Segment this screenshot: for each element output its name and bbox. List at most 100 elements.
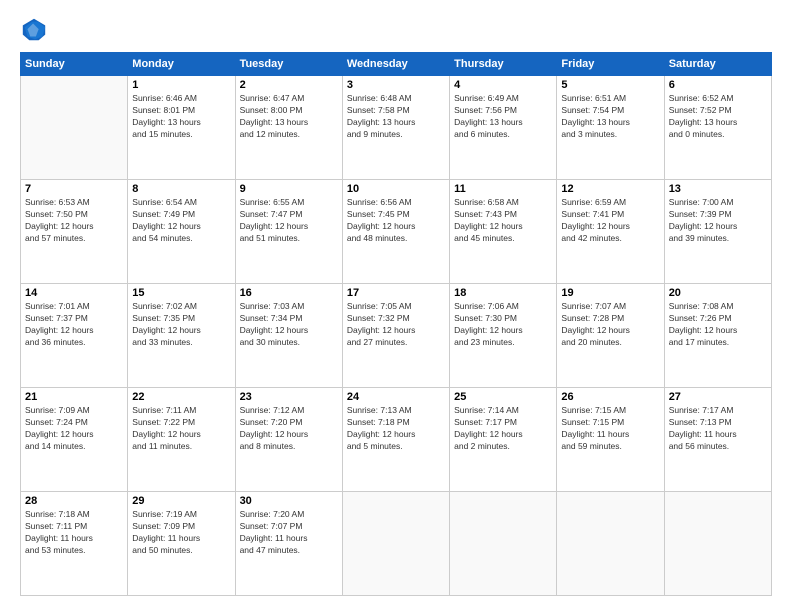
day-number: 13 [669,183,767,195]
day-number: 19 [561,287,659,299]
day-info: Sunrise: 7:15 AMSunset: 7:15 PMDaylight:… [561,405,659,453]
calendar-cell: 24 Sunrise: 7:13 AMSunset: 7:18 PMDayligh… [342,388,449,492]
calendar-cell: 21 Sunrise: 7:09 AMSunset: 7:24 PMDayligh… [21,388,128,492]
logo [20,16,52,44]
weekday-header: Sunday [21,53,128,76]
day-number: 9 [240,183,338,195]
calendar-week-row: 21 Sunrise: 7:09 AMSunset: 7:24 PMDayligh… [21,388,772,492]
calendar-cell: 5 Sunrise: 6:51 AMSunset: 7:54 PMDaylight… [557,76,664,180]
weekday-header: Thursday [450,53,557,76]
day-info: Sunrise: 6:47 AMSunset: 8:00 PMDaylight:… [240,93,338,141]
calendar-cell: 20 Sunrise: 7:08 AMSunset: 7:26 PMDayligh… [664,284,771,388]
calendar-cell: 23 Sunrise: 7:12 AMSunset: 7:20 PMDayligh… [235,388,342,492]
day-number: 25 [454,391,552,403]
day-number: 15 [132,287,230,299]
day-info: Sunrise: 6:51 AMSunset: 7:54 PMDaylight:… [561,93,659,141]
day-number: 11 [454,183,552,195]
day-number: 18 [454,287,552,299]
calendar-cell: 9 Sunrise: 6:55 AMSunset: 7:47 PMDaylight… [235,180,342,284]
day-number: 14 [25,287,123,299]
day-number: 17 [347,287,445,299]
day-number: 21 [25,391,123,403]
day-number: 7 [25,183,123,195]
calendar-cell [664,492,771,596]
day-number: 20 [669,287,767,299]
day-info: Sunrise: 7:03 AMSunset: 7:34 PMDaylight:… [240,301,338,349]
weekday-header: Friday [557,53,664,76]
calendar-week-row: 28Sunrise: 7:18 AMSunset: 7:11 PMDayligh… [21,492,772,596]
day-number: 26 [561,391,659,403]
day-number: 12 [561,183,659,195]
day-info: Sunrise: 7:17 AMSunset: 7:13 PMDaylight:… [669,405,767,453]
day-number: 8 [132,183,230,195]
day-info: Sunrise: 7:13 AMSunset: 7:18 PMDaylight:… [347,405,445,453]
calendar-cell: 16Sunrise: 7:03 AMSunset: 7:34 PMDayligh… [235,284,342,388]
day-info: Sunrise: 6:58 AMSunset: 7:43 PMDaylight:… [454,197,552,245]
day-info: Sunrise: 6:46 AMSunset: 8:01 PMDaylight:… [132,93,230,141]
day-info: Sunrise: 7:11 AMSunset: 7:22 PMDaylight:… [132,405,230,453]
day-info: Sunrise: 7:07 AMSunset: 7:28 PMDaylight:… [561,301,659,349]
day-info: Sunrise: 7:08 AMSunset: 7:26 PMDaylight:… [669,301,767,349]
weekday-header: Tuesday [235,53,342,76]
day-number: 5 [561,79,659,91]
day-info: Sunrise: 7:01 AMSunset: 7:37 PMDaylight:… [25,301,123,349]
calendar-cell: 1Sunrise: 6:46 AMSunset: 8:01 PMDaylight… [128,76,235,180]
day-info: Sunrise: 7:06 AMSunset: 7:30 PMDaylight:… [454,301,552,349]
calendar-cell: 14 Sunrise: 7:01 AMSunset: 7:37 PMDayligh… [21,284,128,388]
calendar-cell: 25 Sunrise: 7:14 AMSunset: 7:17 PMDayligh… [450,388,557,492]
weekday-row: SundayMondayTuesdayWednesdayThursdayFrid… [21,53,772,76]
calendar-cell: 28Sunrise: 7:18 AMSunset: 7:11 PMDayligh… [21,492,128,596]
calendar-cell [21,76,128,180]
day-info: Sunrise: 7:12 AMSunset: 7:20 PMDaylight:… [240,405,338,453]
day-number: 3 [347,79,445,91]
day-info: Sunrise: 6:59 AMSunset: 7:41 PMDaylight:… [561,197,659,245]
day-number: 23 [240,391,338,403]
calendar: SundayMondayTuesdayWednesdayThursdayFrid… [20,52,772,596]
calendar-cell: 7Sunrise: 6:53 AMSunset: 7:50 PMDaylight… [21,180,128,284]
calendar-cell [342,492,449,596]
calendar-week-row: 14 Sunrise: 7:01 AMSunset: 7:37 PMDayligh… [21,284,772,388]
day-number: 2 [240,79,338,91]
day-info: Sunrise: 6:52 AMSunset: 7:52 PMDaylight:… [669,93,767,141]
calendar-cell [557,492,664,596]
weekday-header: Monday [128,53,235,76]
day-info: Sunrise: 6:56 AMSunset: 7:45 PMDaylight:… [347,197,445,245]
day-number: 24 [347,391,445,403]
calendar-cell: 29 Sunrise: 7:19 AMSunset: 7:09 PMDayligh… [128,492,235,596]
calendar-cell: 22 Sunrise: 7:11 AMSunset: 7:22 PMDayligh… [128,388,235,492]
calendar-cell: 27 Sunrise: 7:17 AMSunset: 7:13 PMDayligh… [664,388,771,492]
day-info: Sunrise: 6:54 AMSunset: 7:49 PMDaylight:… [132,197,230,245]
calendar-cell: 3Sunrise: 6:48 AMSunset: 7:58 PMDaylight… [342,76,449,180]
day-info: Sunrise: 7:02 AMSunset: 7:35 PMDaylight:… [132,301,230,349]
day-number: 29 [132,495,230,507]
calendar-cell: 18 Sunrise: 7:06 AMSunset: 7:30 PMDayligh… [450,284,557,388]
calendar-body: 1Sunrise: 6:46 AMSunset: 8:01 PMDaylight… [21,76,772,596]
calendar-cell: 6 Sunrise: 6:52 AMSunset: 7:52 PMDaylight… [664,76,771,180]
day-info: Sunrise: 7:19 AMSunset: 7:09 PMDaylight:… [132,509,230,557]
day-info: Sunrise: 6:55 AMSunset: 7:47 PMDaylight:… [240,197,338,245]
calendar-cell: 10 Sunrise: 6:56 AMSunset: 7:45 PMDayligh… [342,180,449,284]
day-number: 10 [347,183,445,195]
weekday-header: Wednesday [342,53,449,76]
day-number: 30 [240,495,338,507]
calendar-cell: 12 Sunrise: 6:59 AMSunset: 7:41 PMDayligh… [557,180,664,284]
day-info: Sunrise: 7:09 AMSunset: 7:24 PMDaylight:… [25,405,123,453]
day-number: 4 [454,79,552,91]
day-number: 6 [669,79,767,91]
day-info: Sunrise: 7:18 AMSunset: 7:11 PMDaylight:… [25,509,123,557]
calendar-cell: 19 Sunrise: 7:07 AMSunset: 7:28 PMDayligh… [557,284,664,388]
day-number: 22 [132,391,230,403]
day-info: Sunrise: 7:05 AMSunset: 7:32 PMDaylight:… [347,301,445,349]
weekday-header: Saturday [664,53,771,76]
calendar-cell: 13 Sunrise: 7:00 AMSunset: 7:39 PMDayligh… [664,180,771,284]
calendar-cell: 17 Sunrise: 7:05 AMSunset: 7:32 PMDayligh… [342,284,449,388]
calendar-cell: 15 Sunrise: 7:02 AMSunset: 7:35 PMDayligh… [128,284,235,388]
calendar-cell: 26 Sunrise: 7:15 AMSunset: 7:15 PMDayligh… [557,388,664,492]
calendar-cell [450,492,557,596]
header [20,16,772,44]
calendar-cell: 8 Sunrise: 6:54 AMSunset: 7:49 PMDaylight… [128,180,235,284]
day-info: Sunrise: 7:14 AMSunset: 7:17 PMDaylight:… [454,405,552,453]
calendar-week-row: 1Sunrise: 6:46 AMSunset: 8:01 PMDaylight… [21,76,772,180]
day-info: Sunrise: 7:00 AMSunset: 7:39 PMDaylight:… [669,197,767,245]
day-number: 27 [669,391,767,403]
